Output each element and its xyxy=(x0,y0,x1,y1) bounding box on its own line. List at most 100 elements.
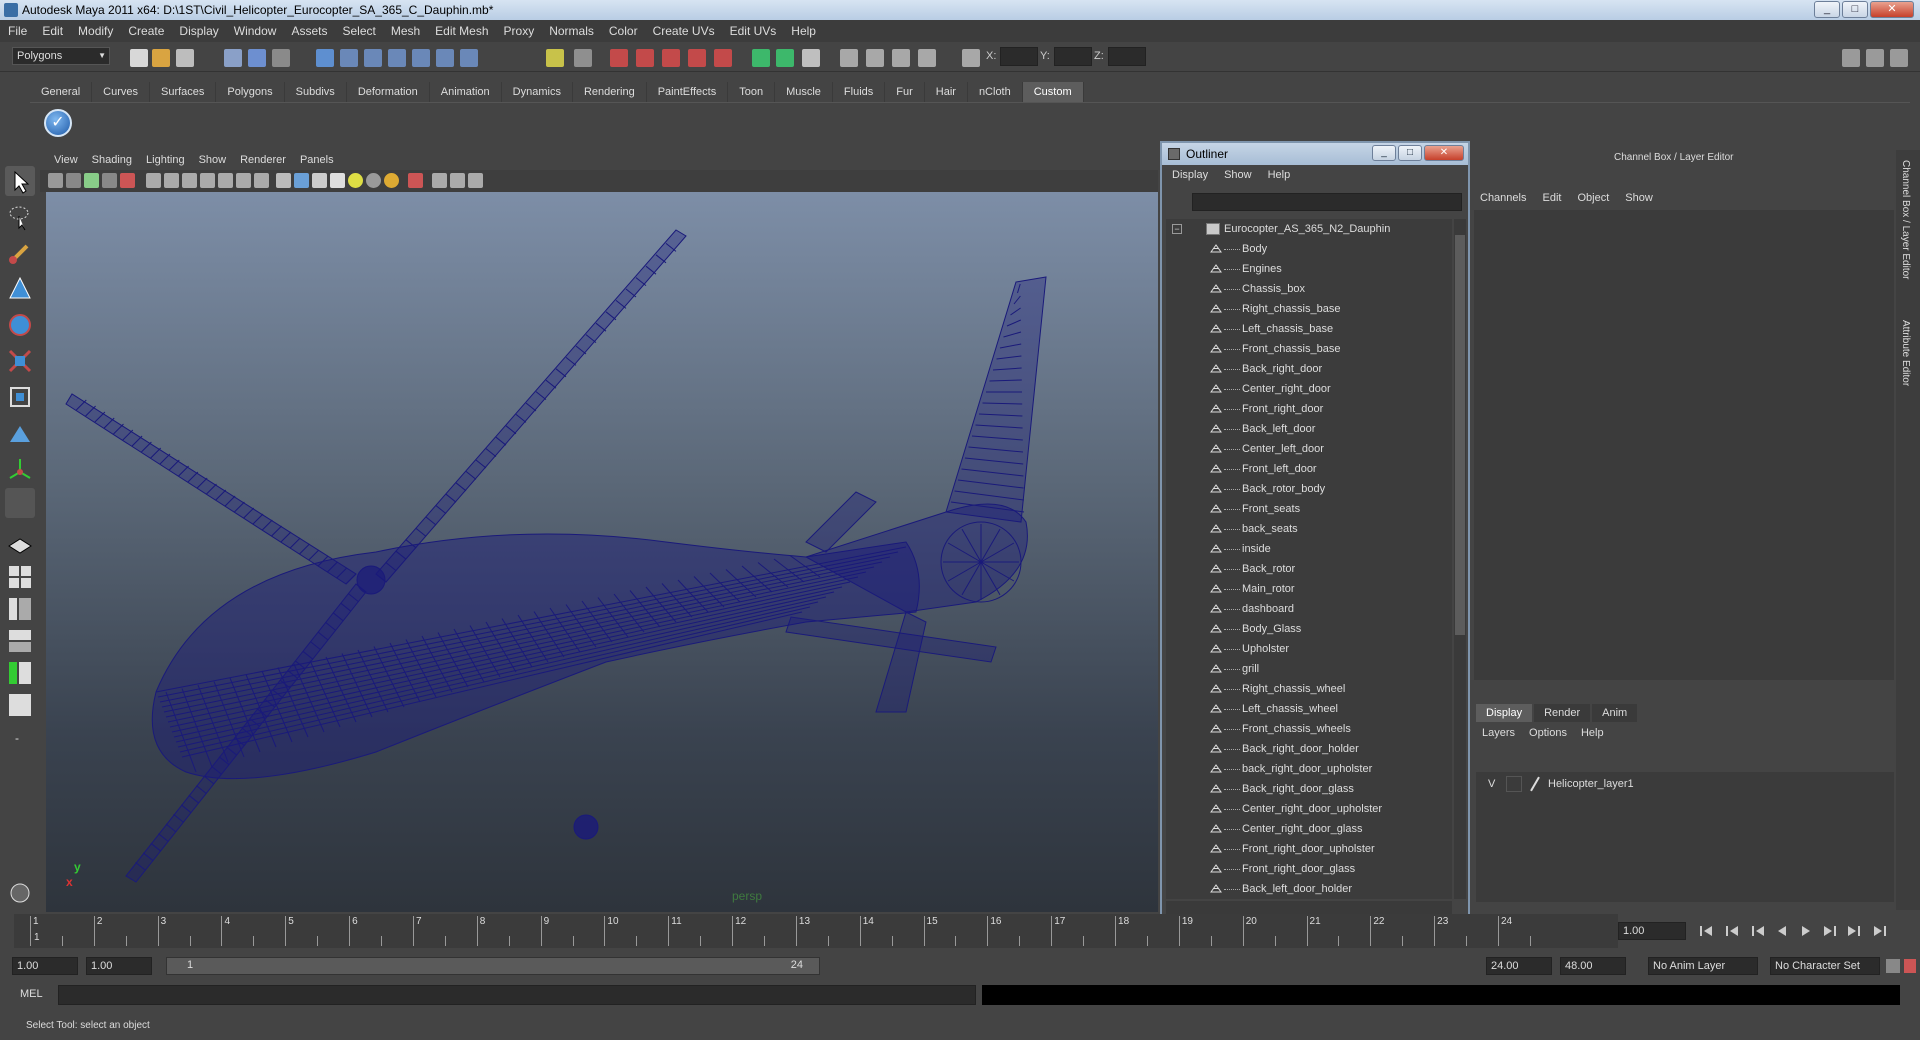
outliner-item[interactable]: Front_right_door xyxy=(1166,399,1452,419)
outliner-vertical-scrollbar[interactable] xyxy=(1454,219,1466,899)
outliner-item[interactable]: Front_left_door xyxy=(1166,459,1452,479)
menu-help[interactable]: Help xyxy=(791,24,816,38)
layer-tab-render[interactable]: Render xyxy=(1534,704,1591,722)
menu-file[interactable]: File xyxy=(8,24,27,38)
outliner-item[interactable]: Left_chassis_wheel xyxy=(1166,699,1452,719)
shelf-tab-dynamics[interactable]: Dynamics xyxy=(502,82,573,102)
outliner-menu-display[interactable]: Display xyxy=(1172,169,1208,181)
shelf-tab-subdivs[interactable]: Subdivs xyxy=(285,82,347,102)
isolate-select-icon[interactable] xyxy=(408,173,423,188)
render-settings-icon[interactable] xyxy=(662,49,680,67)
current-frame-field[interactable]: 1.00 xyxy=(1618,922,1686,940)
use-all-lights-icon[interactable] xyxy=(366,173,381,188)
menu-select[interactable]: Select xyxy=(342,24,375,38)
safe-title-icon[interactable] xyxy=(254,173,269,188)
range-bar[interactable]: 1 24 xyxy=(166,957,820,975)
help-icon[interactable] xyxy=(460,49,478,67)
outliner-item[interactable]: Right_chassis_base xyxy=(1166,299,1452,319)
maximize-button[interactable]: □ xyxy=(1842,1,1868,18)
use-default-light-icon[interactable] xyxy=(348,173,363,188)
new-scene-icon[interactable] xyxy=(130,49,148,67)
animation-end-field[interactable]: 48.00 xyxy=(1560,957,1626,975)
menu-proxy[interactable]: Proxy xyxy=(504,24,535,38)
gate-mask-icon[interactable] xyxy=(200,173,215,188)
outliner-item[interactable]: Back_rotor_body xyxy=(1166,479,1452,499)
safe-action-icon[interactable] xyxy=(236,173,251,188)
outliner-item[interactable]: Front_chassis_base xyxy=(1166,339,1452,359)
rotate-tool-icon[interactable] xyxy=(5,310,35,340)
menu-edit[interactable]: Edit xyxy=(42,24,63,38)
field-chart-icon[interactable] xyxy=(218,173,233,188)
shelf-tab-polygons[interactable]: Polygons xyxy=(216,82,285,102)
transform-mode-icon[interactable] xyxy=(962,49,980,67)
viewport-menu-renderer[interactable]: Renderer xyxy=(240,154,286,166)
camera-attributes-icon[interactable] xyxy=(66,173,81,188)
input-line-icon[interactable] xyxy=(752,49,770,67)
history-icon[interactable] xyxy=(546,49,564,67)
channel-menu-show[interactable]: Show xyxy=(1625,192,1653,204)
select-hierarchy-icon[interactable] xyxy=(224,49,242,67)
grease-pencil-icon[interactable] xyxy=(120,173,135,188)
layer-type-toggle[interactable] xyxy=(1506,776,1522,792)
mel-command-input[interactable] xyxy=(58,985,976,1005)
move-tool-icon[interactable] xyxy=(5,274,35,304)
menu-set-select[interactable]: Polygons xyxy=(12,47,110,65)
select-camera-icon[interactable] xyxy=(48,173,63,188)
image-plane-icon[interactable] xyxy=(102,173,117,188)
wireframe-icon[interactable] xyxy=(276,173,291,188)
snap-view-plane-icon[interactable] xyxy=(388,49,406,67)
outliner-item[interactable]: Center_right_door xyxy=(1166,379,1452,399)
grid-toggle-icon[interactable] xyxy=(146,173,161,188)
wireframe-on-shaded-icon[interactable] xyxy=(312,173,327,188)
time-slider-track[interactable]: 1 2 3 4 5 6 7 8 9 10 11 12 13 14 15 16 17 18 19 20 21 22 23 24 1 xyxy=(14,914,1618,948)
outliner-item[interactable]: inside xyxy=(1166,539,1452,559)
x-coord-field[interactable] xyxy=(1000,47,1038,66)
outliner-item[interactable]: Center_left_door xyxy=(1166,439,1452,459)
character-set-select[interactable]: No Character Set xyxy=(1770,957,1880,975)
snap-curve-icon[interactable] xyxy=(340,49,358,67)
render-globals-icon[interactable] xyxy=(714,49,732,67)
outliner-item[interactable]: Engines xyxy=(1166,259,1452,279)
channel-box-panel[interactable] xyxy=(1474,210,1894,680)
xray-joints-icon[interactable] xyxy=(450,173,465,188)
scale-tool-icon[interactable] xyxy=(5,346,35,376)
minimize-button[interactable]: _ xyxy=(1814,1,1840,18)
shelf-tab-custom[interactable]: Custom xyxy=(1022,82,1084,102)
resolution-gate-icon[interactable] xyxy=(182,173,197,188)
z-coord-field[interactable] xyxy=(1108,47,1146,66)
layer-tab-display[interactable]: Display xyxy=(1476,704,1533,722)
y-coord-field[interactable] xyxy=(1054,47,1092,66)
dope-sheet-icon[interactable] xyxy=(918,49,936,67)
outliner-item[interactable]: Back_left_door_holder xyxy=(1166,879,1452,899)
smooth-shade-icon[interactable] xyxy=(294,173,309,188)
shelf-tab-fur[interactable]: Fur xyxy=(885,82,925,102)
layer-tab-anim[interactable]: Anim xyxy=(1592,704,1638,722)
help-line-icon[interactable] xyxy=(5,878,35,908)
outliner-item[interactable]: Front_right_door_glass xyxy=(1166,859,1452,879)
select-tool-icon[interactable] xyxy=(5,166,35,196)
menu-edit-uvs[interactable]: Edit UVs xyxy=(730,24,777,38)
shelf-tab-fluids[interactable]: Fluids xyxy=(833,82,886,102)
outliner-item[interactable]: Center_right_door_glass xyxy=(1166,819,1452,839)
outliner-item[interactable]: back_seats xyxy=(1166,519,1452,539)
hardware-texturing-icon[interactable] xyxy=(468,173,483,188)
input-ops-icon[interactable] xyxy=(436,49,454,67)
outliner-item[interactable]: Back_right_door_holder xyxy=(1166,739,1452,759)
menu-create-uvs[interactable]: Create UVs xyxy=(653,24,715,38)
menu-modify[interactable]: Modify xyxy=(78,24,113,38)
shelf-tab-deformation[interactable]: Deformation xyxy=(347,82,430,102)
channel-menu-object[interactable]: Object xyxy=(1577,192,1609,204)
mel-label[interactable]: MEL xyxy=(20,988,43,1000)
viewport-menu-panels[interactable]: Panels xyxy=(300,154,334,166)
outliner-item[interactable]: Center_right_door_upholster xyxy=(1166,799,1452,819)
outliner-icon[interactable] xyxy=(866,49,884,67)
layout-options-icon[interactable]: - xyxy=(5,722,35,752)
outliner-maximize-button[interactable]: □ xyxy=(1398,145,1422,161)
perspective-viewport[interactable]: y x persp xyxy=(46,192,1158,912)
outliner-item[interactable]: back_right_door_upholster xyxy=(1166,759,1452,779)
custom-check-icon[interactable]: ✓ xyxy=(44,109,72,137)
outliner-item[interactable]: Right_chassis_wheel xyxy=(1166,679,1452,699)
universal-manip-icon[interactable] xyxy=(5,382,35,412)
menu-display[interactable]: Display xyxy=(179,24,218,38)
viewport-menu-shading[interactable]: Shading xyxy=(92,154,132,166)
